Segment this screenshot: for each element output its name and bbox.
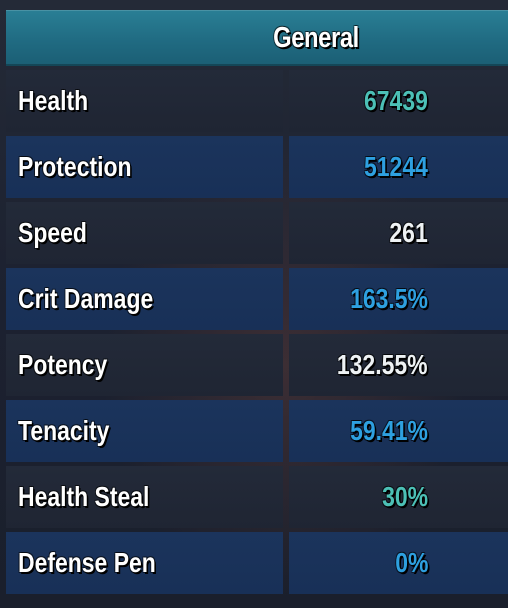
stat-row-potency: Potency 132.55% <box>6 334 508 396</box>
stat-value-cell: 59.41% <box>289 400 508 462</box>
stat-label: Potency <box>18 349 108 380</box>
stat-label: Protection <box>18 151 132 182</box>
stat-row-defense-pen: Defense Pen 0% <box>6 532 508 594</box>
stat-label-cell: Defense Pen <box>6 532 283 594</box>
stat-label-cell: Health <box>6 70 283 132</box>
stat-row-speed: Speed 261 <box>6 202 508 264</box>
section-header: General <box>6 10 508 66</box>
stat-value: 163.5% <box>350 283 428 314</box>
stat-label-cell: Tenacity <box>6 400 283 462</box>
stat-value: 0% <box>394 547 428 578</box>
stat-value-cell: 163.5% <box>289 268 508 330</box>
stat-value-cell: 30% <box>289 466 508 528</box>
stat-row-health-steal: Health Steal 30% <box>6 466 508 528</box>
stat-label: Tenacity <box>18 415 110 446</box>
stat-value: 67439 <box>364 85 428 116</box>
stat-label: Speed <box>18 217 87 248</box>
stat-value: 132.55% <box>337 349 428 380</box>
stat-label-cell: Speed <box>6 202 283 264</box>
stats-table: Health 67439 Protection 51244 Speed 261 <box>6 70 508 598</box>
stat-value-cell: 132.55% <box>289 334 508 396</box>
stat-label: Crit Damage <box>18 283 154 314</box>
stat-row-tenacity: Tenacity 59.41% <box>6 400 508 462</box>
stat-value: 30% <box>382 481 428 512</box>
stat-label-cell: Health Steal <box>6 466 283 528</box>
stat-label: Health Steal <box>18 481 150 512</box>
stat-value-cell: 0% <box>289 532 508 594</box>
stat-value-cell: 67439 <box>289 70 508 132</box>
stat-label-cell: Crit Damage <box>6 268 283 330</box>
stat-value: 59.41% <box>350 415 428 446</box>
stat-label: Health <box>18 85 89 116</box>
stat-label-cell: Protection <box>6 136 283 198</box>
stat-value-cell: 51244 <box>289 136 508 198</box>
stat-label: Defense Pen <box>18 547 156 578</box>
stat-value: 51244 <box>364 151 428 182</box>
stat-row-health: Health 67439 <box>6 70 508 132</box>
stat-row-protection: Protection 51244 <box>6 136 508 198</box>
section-title: General <box>273 22 359 54</box>
stat-label-cell: Potency <box>6 334 283 396</box>
stat-row-crit-damage: Crit Damage 163.5% <box>6 268 508 330</box>
stats-panel: General Health 67439 Protection 51244 Sp… <box>0 0 508 608</box>
stat-value: 261 <box>389 217 428 248</box>
stat-value-cell: 261 <box>289 202 508 264</box>
